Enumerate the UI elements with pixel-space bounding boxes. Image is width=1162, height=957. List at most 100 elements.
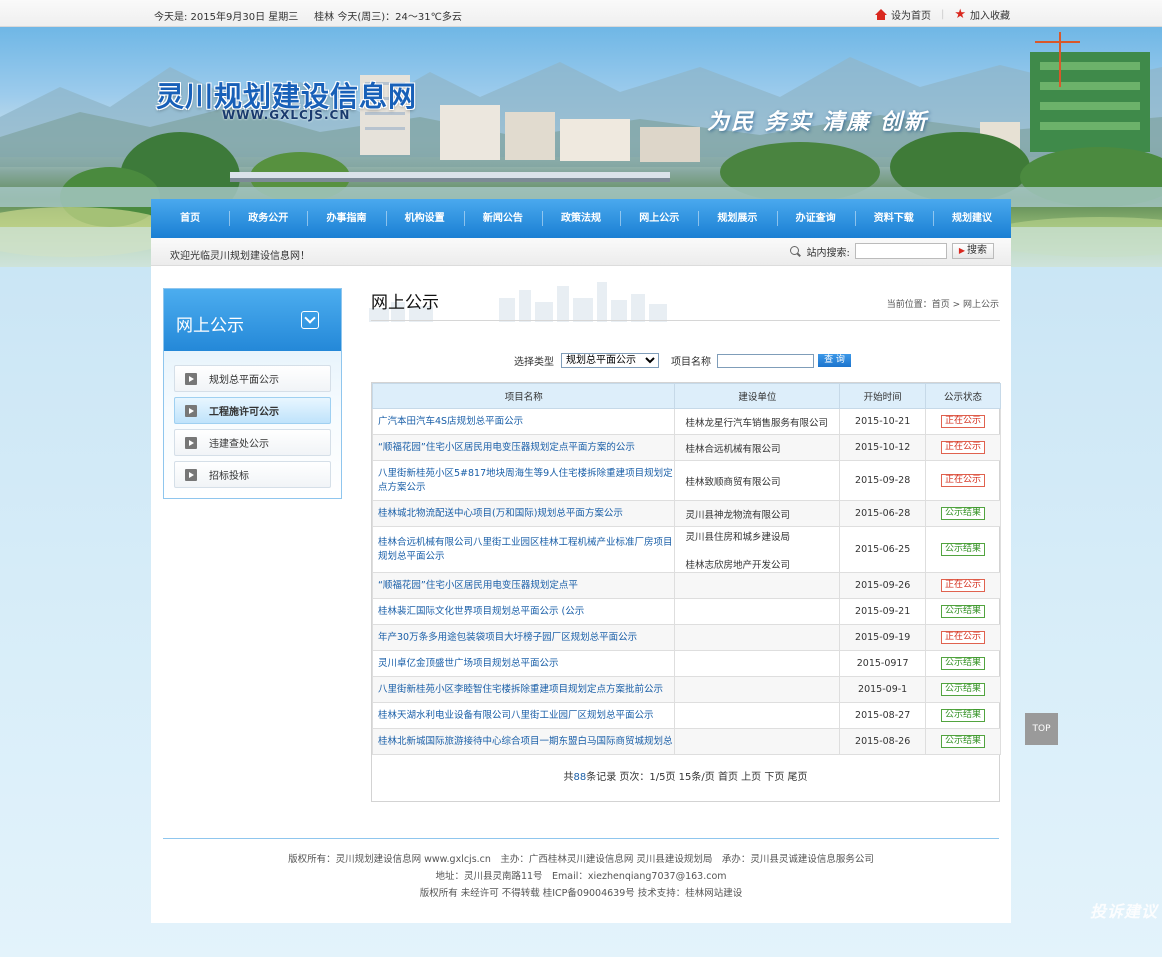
builder-cell	[674, 676, 841, 703]
sidebar-item-bidding[interactable]: 招标投标	[174, 461, 331, 488]
status-cell: 正在公示	[925, 460, 1001, 501]
pager-info[interactable]: 条记录 页次：1/5页 15条/页 首页 上页 下页 尾页	[586, 772, 807, 783]
page-title: 网上公示	[371, 293, 439, 313]
project-name-link[interactable]: 桂林合远机械有限公司八里街工业园区桂林工程机械产业标准厂房项目规划总平面公示	[371, 526, 676, 573]
builder-cell	[674, 624, 841, 651]
welcome-message: 欢迎光临灵川规划建设信息网！	[170, 251, 310, 262]
project-name-link[interactable]: 桂林裴汇国际文化世界项目规划总平面公示 (公示	[371, 598, 676, 625]
project-name-link[interactable]: 广汽本田汽车4S店规划总平面公示	[371, 408, 676, 435]
table-row: 年产30万条多用途包装袋项目大圩榜子园厂区规划总平面公示 2015-09-19 正在…	[371, 624, 1001, 651]
status-badge[interactable]: 公示结果	[941, 543, 986, 556]
status-badge[interactable]: 公示结果	[941, 735, 986, 748]
project-name-link[interactable]: 八里街新桂苑小区李睦智住宅楼拆除重建项目规划定点方案批前公示	[371, 676, 676, 703]
search-input[interactable]	[854, 243, 947, 259]
table-row: 桂林天湖水利电业设备有限公司八里街工业园厂区规划总平面公示 2015-08-27 公…	[371, 702, 1001, 729]
sidebar-item-planning-plan[interactable]: 规划总平面公示	[174, 365, 331, 392]
nav-item-guide[interactable]: 办事指南	[307, 199, 385, 238]
status-cell: 正在公示	[925, 624, 1001, 651]
footer-divider	[163, 838, 999, 839]
chevron-down-icon[interactable]	[301, 311, 319, 329]
status-badge[interactable]: 公示结果	[941, 605, 986, 618]
builder-cell: 灵川县神龙物流有限公司	[674, 500, 841, 527]
search-label: 站内搜索:	[806, 247, 850, 259]
nav-item-online-publicity[interactable]: 网上公示	[620, 199, 698, 238]
slogan: 为民 务实 清廉 创新	[707, 110, 928, 135]
nav-item-organization[interactable]: 机构设置	[385, 199, 464, 238]
builder-name: 桂林志欣房地产开发公司	[685, 559, 790, 571]
sidebar-item-label: 违建查处公示	[209, 439, 269, 450]
star-icon: ★	[954, 6, 966, 22]
status-badge[interactable]: 正在公示	[941, 441, 986, 454]
status-badge[interactable]: 公示结果	[941, 507, 986, 520]
status-cell: 正在公示	[925, 408, 1001, 435]
builder-cell: 灵川县住房和城乡建设局 桂林志欣房地产开发公司	[674, 526, 841, 573]
status-badge[interactable]: 正在公示	[941, 579, 986, 592]
pager-total: 88	[573, 772, 587, 783]
footer-line-3: 版权所有 未经许可 不得转载 桂ICP备09004639号 技术支持：桂林网站建…	[419, 888, 743, 899]
site-url: WWW.GXLCJS.CN	[222, 108, 351, 122]
builder-cell: 桂林龙星行汽车销售服务有限公司	[674, 408, 841, 435]
builder-cell: 桂林合远机械有限公司	[674, 434, 841, 461]
project-name-link[interactable]: 年产30万条多用途包装袋项目大圩榜子园厂区规划总平面公示	[371, 624, 676, 651]
status-badge[interactable]: 正在公示	[941, 415, 986, 428]
query-button[interactable]: 查 询	[818, 354, 851, 367]
project-name-link[interactable]: 桂林天湖水利电业设备有限公司八里街工业园厂区规划总平面公示	[371, 702, 676, 729]
status-badge[interactable]: 公示结果	[941, 709, 986, 722]
nav-item-news[interactable]: 新闻公告	[463, 199, 542, 238]
status-cell: 公示结果	[925, 702, 1001, 729]
status-cell: 公示结果	[925, 650, 1001, 677]
nav-item-policies[interactable]: 政策法规	[541, 199, 620, 238]
col-start-date: 开始时间	[839, 383, 927, 409]
type-label: 选择类型	[514, 357, 554, 368]
project-name-link[interactable]: “顺福花园”住宅小区居民用电变压器规划定点平面方案的公示	[371, 434, 676, 461]
nav-item-government-affairs[interactable]: 政务公开	[229, 199, 307, 238]
back-to-top-button[interactable]: TOP	[1025, 713, 1058, 745]
search-button[interactable]: ▶ 搜索	[951, 243, 994, 259]
project-name-input[interactable]	[717, 353, 814, 368]
status-badge[interactable]: 正在公示	[941, 631, 986, 644]
pager-prefix: 共	[563, 772, 574, 783]
home-icon	[874, 9, 887, 20]
builder-name: 桂林致顺商贸有限公司	[685, 476, 781, 488]
nav-item-license-query[interactable]: 办证查询	[776, 199, 855, 238]
table-row: 广汽本田汽车4S店规划总平面公示 桂林龙星行汽车销售服务有限公司 2015-10-2…	[371, 408, 1001, 435]
status-badge[interactable]: 公示结果	[941, 683, 986, 696]
footer-line-1: 版权所有：灵川规划建设信息网 www.gxlcjs.cn 主办：广西桂林灵川建设…	[288, 854, 874, 865]
table-row: “顺福花园”住宅小区居民用电变压器规划定点平面方案的公示 桂林合远机械有限公司 20…	[371, 434, 1001, 461]
set-home-link[interactable]: 设为首页	[874, 7, 931, 22]
project-name-link[interactable]: 八里街新桂苑小区5#817地块周海生等9人住宅楼拆除重建项目规划定点方案公示	[371, 460, 676, 501]
nav-item-planning-display[interactable]: 规划展示	[698, 199, 776, 238]
nav-item-suggestions[interactable]: 规划建议	[932, 199, 1011, 238]
nav-item-home[interactable]: 首页	[151, 199, 229, 238]
project-name-link[interactable]: 桂林城北物流配送中心项目(万和国际)规划总平面方案公示	[371, 500, 676, 527]
sidebar-menu: 规划总平面公示 工程施许可公示 违建查处公示 招标投标	[164, 351, 341, 498]
project-name-link[interactable]: “顺福花园”住宅小区居民用电变压器规划定点平	[371, 572, 676, 599]
project-name-link[interactable]: 桂林北新城国际旅游接待中心综合项目一期东盟白马国际商贸城规划总	[371, 728, 676, 755]
nav-item-downloads[interactable]: 资料下载	[854, 199, 933, 238]
start-date: 2015-09-28	[839, 460, 927, 501]
complaint-suggestion-link[interactable]: 投诉建议	[1090, 898, 1158, 922]
sidebar-item-label: 工程施许可公示	[209, 407, 279, 418]
builder-cell: 桂林致顺商贸有限公司	[674, 460, 841, 501]
sidebar-item-construction-permit[interactable]: 工程施许可公示	[174, 397, 331, 424]
arrow-right-icon	[185, 372, 197, 385]
type-select[interactable]: 规划总平面公示	[561, 353, 659, 368]
sidebar-header: 网上公示	[164, 289, 341, 351]
status-cell: 正在公示	[925, 434, 1001, 461]
project-name-link[interactable]: 灵川卓亿金顶盛世广场项目规划总平面公示	[371, 650, 676, 677]
status-badge[interactable]: 正在公示	[941, 474, 986, 487]
sidebar: 网上公示 规划总平面公示 工程施许可公示 违建查处公示 招标投标	[163, 288, 342, 499]
status-cell: 公示结果	[925, 598, 1001, 625]
builder-name: 灵川县神龙物流有限公司	[685, 509, 790, 521]
builder-name: 桂林龙星行汽车销售服务有限公司	[685, 417, 828, 429]
sidebar-item-illegal-construction[interactable]: 违建查处公示	[174, 429, 331, 456]
table-row: 桂林城北物流配送中心项目(万和国际)规划总平面方案公示 灵川县神龙物流有限公司 20…	[371, 500, 1001, 527]
footer: 版权所有：灵川规划建设信息网 www.gxlcjs.cn 主办：广西桂林灵川建设…	[151, 851, 1011, 902]
status-badge[interactable]: 公示结果	[941, 657, 986, 670]
start-date: 2015-09-26	[839, 572, 927, 599]
builder-cell	[674, 598, 841, 625]
bookmark-link[interactable]: ★ 加入收藏	[954, 6, 1010, 23]
builder-name: 灵川县住房和城乡建设局	[685, 531, 790, 543]
arrow-right-icon: ▶	[958, 246, 965, 255]
table-row: 桂林合远机械有限公司八里街工业园区桂林工程机械产业标准厂房项目规划总平面公示 灵川…	[371, 526, 1001, 573]
